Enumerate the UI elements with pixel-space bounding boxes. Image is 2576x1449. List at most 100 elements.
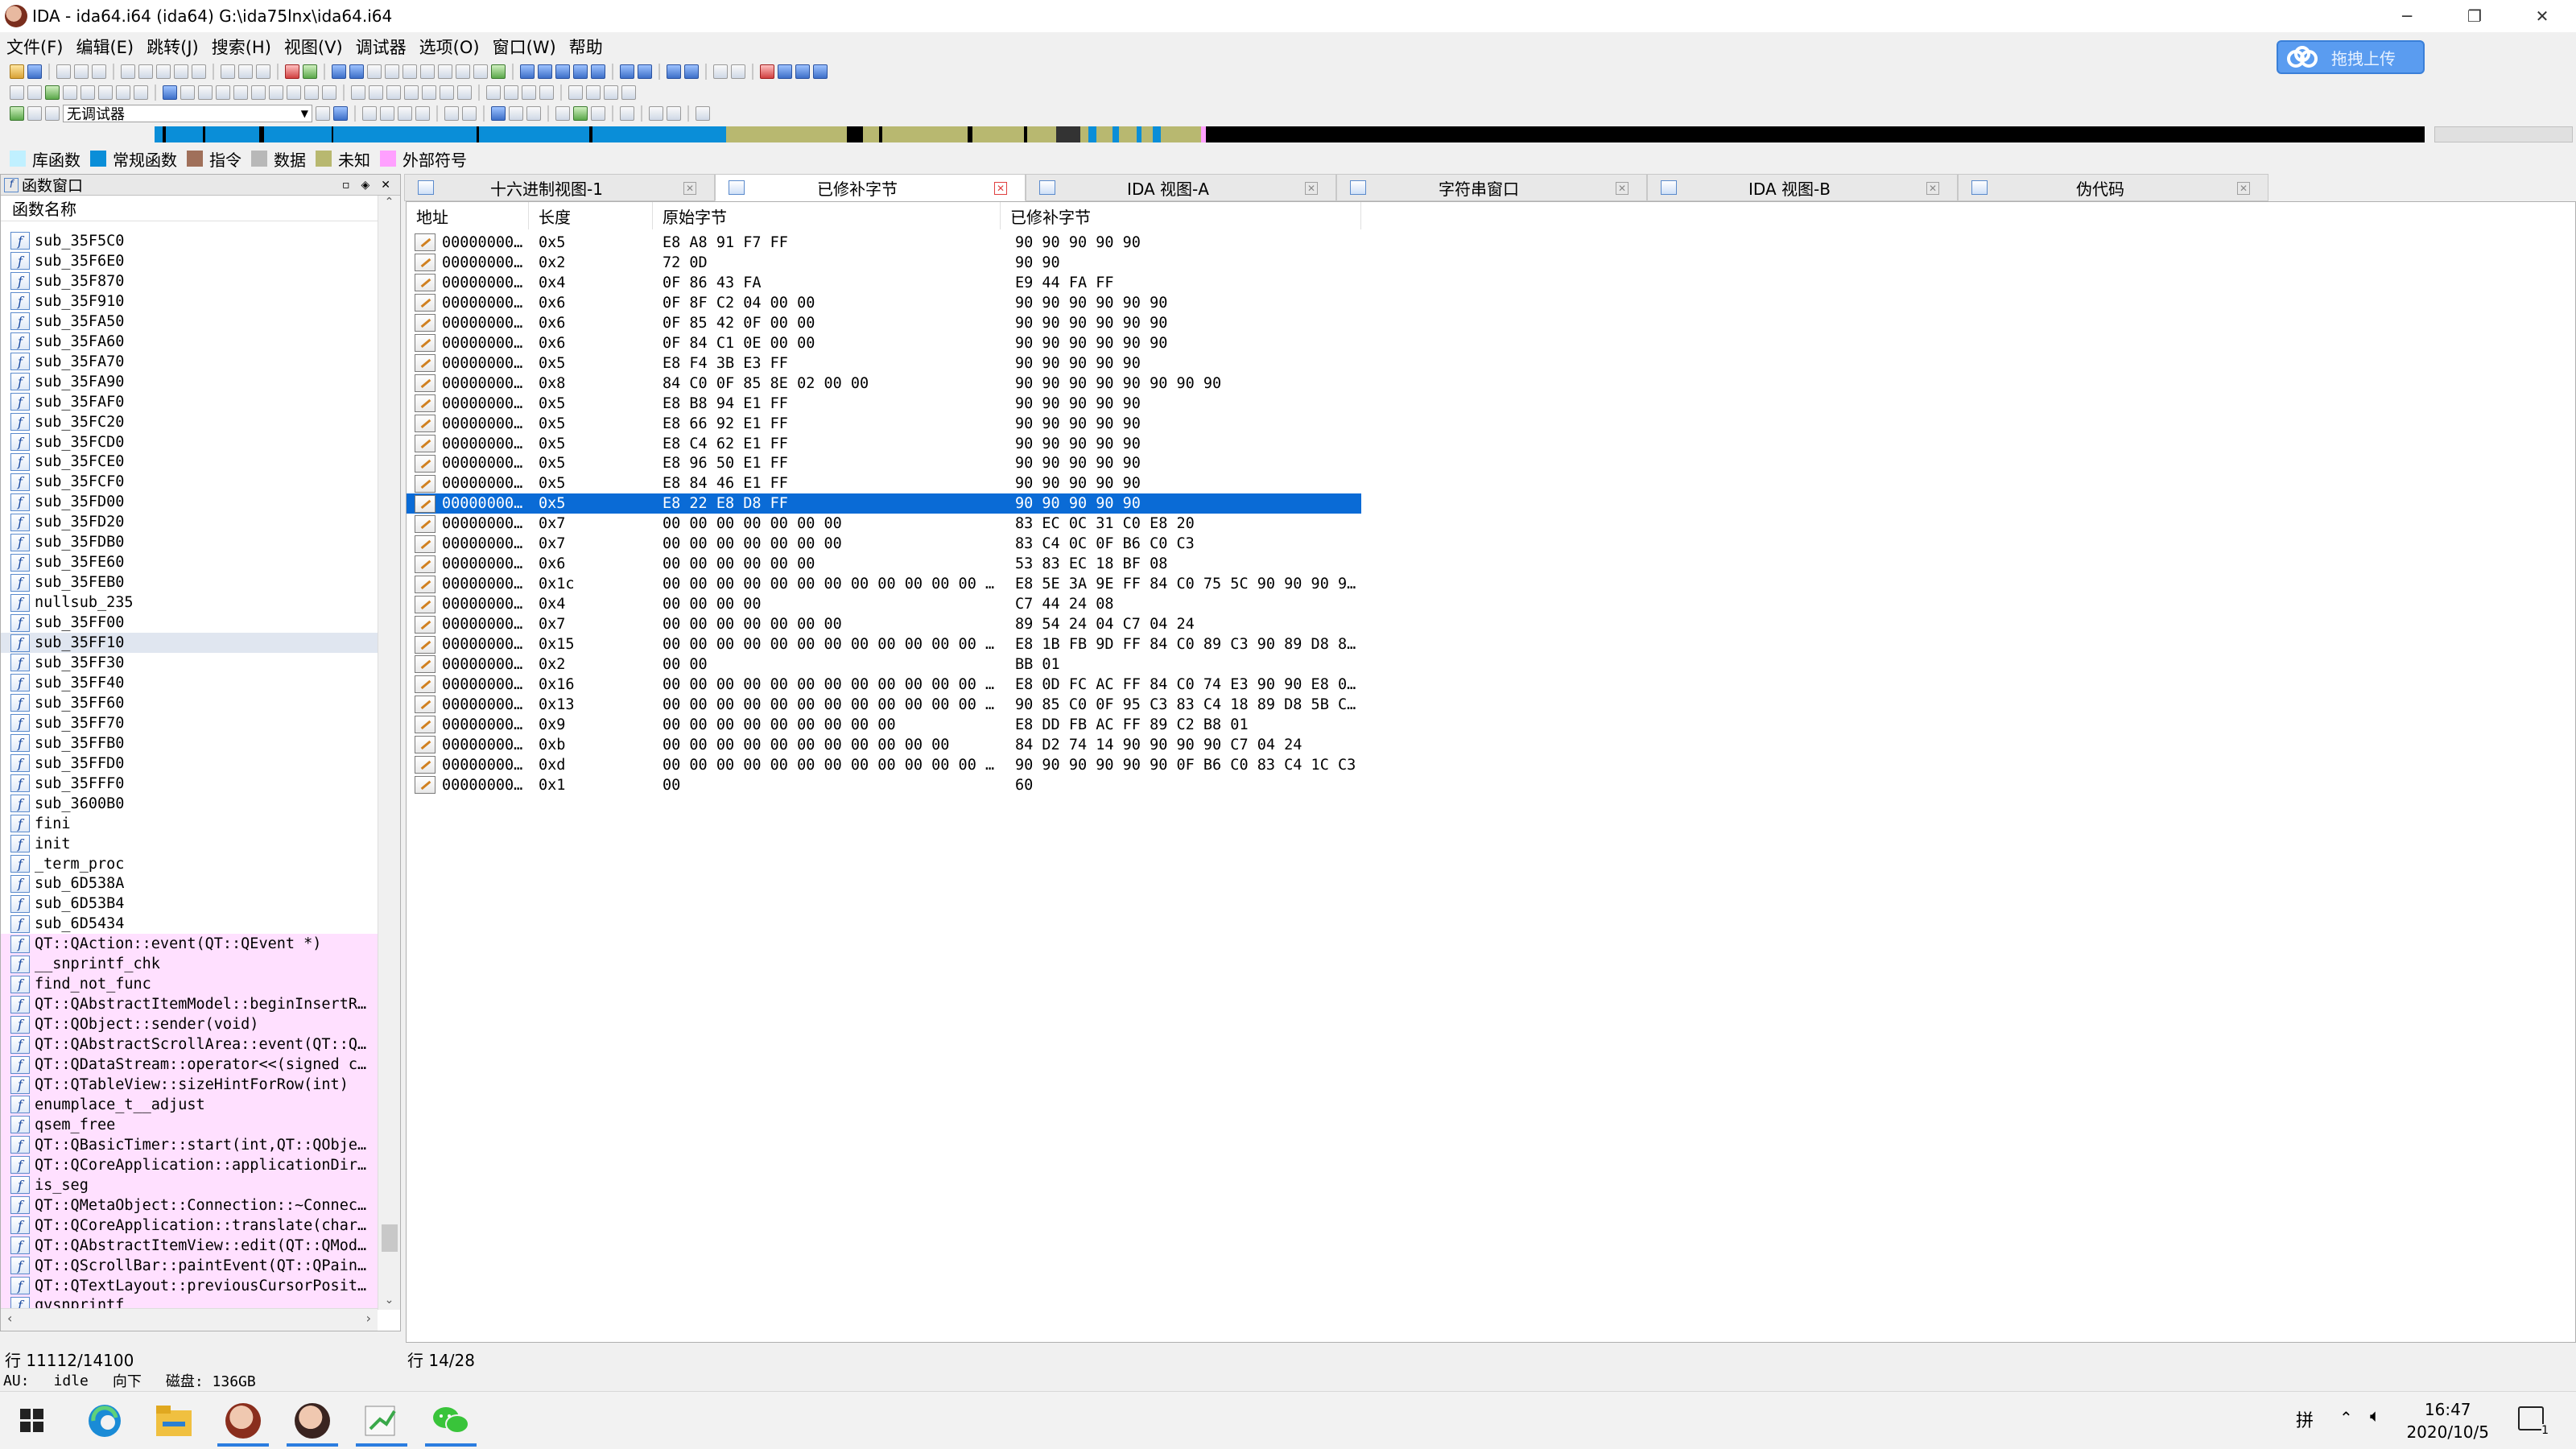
patched-row[interactable]: 00000000… 0x6 0F 84 C1 0E 00 00 90 90 90 90… (407, 333, 1361, 353)
tab-2[interactable]: IDA 视图-A ✕ (1026, 174, 1336, 201)
quick-view-icon[interactable] (696, 106, 710, 121)
find-icon[interactable] (156, 64, 171, 79)
graph-icon[interactable] (367, 64, 382, 79)
offset-icon[interactable] (216, 85, 230, 100)
editor-taskbar-icon[interactable] (349, 1395, 414, 1447)
function-list-item[interactable]: f QT::QTableView::sizeHintForRow(int) (1, 1075, 378, 1095)
change-sp-icon[interactable] (422, 85, 436, 100)
hex-view-icon[interactable] (332, 64, 346, 79)
zoom-out-icon[interactable] (456, 64, 470, 79)
xref-from-icon[interactable] (504, 85, 518, 100)
navigation-band[interactable] (155, 126, 2425, 142)
function-list-item[interactable]: f sub_35FF10 (1, 633, 378, 654)
undefine-icon[interactable] (80, 85, 95, 100)
tab-1[interactable]: 已修补字节 ✕ (715, 174, 1026, 201)
function-list-item[interactable]: f find_not_func (1, 974, 378, 995)
edge-browser-icon[interactable] (72, 1395, 137, 1447)
menu-search[interactable]: 搜索(H) (205, 35, 278, 59)
function-list-item[interactable]: f QT::QAbstractItemView::edit(QT::QMod… (1, 1235, 378, 1256)
xref-to-icon[interactable] (486, 85, 501, 100)
patched-row[interactable]: 00000000… 0x4 0F 86 43 FA E9 44 FA FF (407, 273, 1361, 293)
layout-icon[interactable] (713, 64, 728, 79)
patched-row[interactable]: 00000000… 0x7 00 00 00 00 00 00 00 83 C4 0C… (407, 534, 1361, 554)
find-next-icon[interactable] (174, 64, 188, 79)
collapse-icon[interactable] (221, 64, 235, 79)
function-icon[interactable] (351, 85, 365, 100)
patched-row[interactable]: 00000000… 0x9 00 00 00 00 00 00 00 00 00 E8… (407, 715, 1361, 735)
imports-icon[interactable] (573, 64, 588, 79)
comment-icon[interactable] (116, 85, 130, 100)
patched-row[interactable]: 00000000… 0x5 E8 66 92 E1 FF 90 90 90 90 90 (407, 414, 1361, 434)
binary-icon[interactable] (287, 85, 301, 100)
names-icon[interactable] (538, 64, 552, 79)
file-explorer-icon[interactable] (142, 1395, 206, 1447)
navigation-band-scroll[interactable] (2434, 126, 2573, 142)
patched-row[interactable]: 00000000… 0x2 00 00 BB 01 (407, 654, 1361, 675)
hex-icon[interactable] (233, 85, 248, 100)
process-options-icon[interactable] (620, 106, 634, 121)
panel-pin-icon[interactable]: ◈ (361, 179, 369, 192)
rename-icon[interactable] (98, 85, 113, 100)
scroll-up-icon[interactable]: ⌃ (378, 196, 400, 208)
scroll-right-icon[interactable]: › (366, 1311, 371, 1326)
close-button[interactable]: ✕ (2508, 0, 2576, 32)
tab-close-icon[interactable]: ✕ (2237, 182, 2250, 195)
user-xref-icon[interactable] (539, 85, 554, 100)
patched-row[interactable]: 00000000… 0x5 E8 84 46 E1 FF 90 90 90 90 90 (407, 473, 1361, 493)
tab-0[interactable]: 十六进制视图-1 ✕ (404, 174, 715, 201)
patched-row[interactable]: 00000000… 0x5 E8 96 50 E1 FF 90 90 90 90 90 (407, 453, 1361, 473)
copy-icon[interactable] (121, 64, 135, 79)
char-icon[interactable] (304, 85, 319, 100)
function-list-item[interactable]: f sub_35FCF0 (1, 472, 378, 492)
function-list-item[interactable]: f sub_35FC20 (1, 412, 378, 432)
drag-upload-button[interactable]: 拖拽上传 (2277, 40, 2425, 74)
function-list-item[interactable]: f sub_35FFD0 (1, 753, 378, 774)
structures-icon[interactable] (638, 64, 652, 79)
terminate-process-icon[interactable] (45, 106, 60, 121)
ida-taskbar-icon-1[interactable] (211, 1395, 275, 1447)
menu-debugger[interactable]: 调试器 (349, 35, 413, 59)
function-list-item[interactable]: f QT::QCoreApplication::translate(char… (1, 1215, 378, 1236)
scroll-down-icon[interactable]: ⌄ (378, 1294, 400, 1307)
tray-expand-icon[interactable]: ⌃ (2339, 1408, 2353, 1427)
function-list-item[interactable]: f sub_6D53B4 (1, 894, 378, 914)
column-patched-bytes[interactable]: 已修补字节 (1001, 202, 1361, 229)
pause-process-icon[interactable] (27, 106, 42, 121)
trace-icon[interactable] (444, 106, 459, 121)
function-list-item[interactable]: f sub_35FEB0 (1, 572, 378, 592)
function-list-item[interactable]: f sub_35FD20 (1, 512, 378, 532)
forward-icon[interactable] (74, 64, 89, 79)
menu-help[interactable]: 帮助 (563, 35, 609, 59)
hidden-icon[interactable] (440, 85, 454, 100)
mark-icon[interactable] (568, 85, 583, 100)
grid-icon[interactable] (731, 64, 745, 79)
strings-icon[interactable] (555, 64, 570, 79)
menu-jump[interactable]: 跳转(J) (140, 35, 205, 59)
pseudocode-icon[interactable] (620, 64, 634, 79)
print-icon[interactable] (473, 64, 488, 79)
tab-4[interactable]: IDA 视图-B ✕ (1647, 174, 1958, 201)
function-list-item[interactable]: f QT::QCoreApplication::applicationDir… (1, 1154, 378, 1175)
segment-view-icon[interactable] (591, 106, 605, 121)
function-list-item[interactable]: f sub_35FF70 (1, 713, 378, 733)
function-list-item[interactable]: f sub_35FCE0 (1, 452, 378, 472)
expand-icon[interactable] (238, 64, 253, 79)
function-list-item[interactable]: f nullsub_235 (1, 592, 378, 613)
column-address[interactable]: 地址 (407, 202, 529, 229)
decimal-icon[interactable] (251, 85, 266, 100)
unhide-icon[interactable] (457, 85, 472, 100)
trace-window-icon[interactable] (462, 106, 477, 121)
chart-icon[interactable] (491, 64, 506, 79)
function-list-item[interactable]: f QT::QBasicTimer::start(int,QT::QObje… (1, 1134, 378, 1155)
function-list-item[interactable]: f sub_35FAF0 (1, 392, 378, 412)
patched-row[interactable]: 00000000… 0x4 00 00 00 00 C7 44 24 08 (407, 594, 1361, 614)
array-icon[interactable] (63, 85, 77, 100)
volume-icon[interactable]: 🔈︎ (2370, 1406, 2380, 1426)
function-list-item[interactable]: f sub_35FF40 (1, 673, 378, 693)
patched-row[interactable]: 00000000… 0xb 00 00 00 00 00 00 00 00 00 0… (407, 735, 1361, 755)
function-list-item[interactable]: f _term_proc (1, 854, 378, 874)
enum-member-icon[interactable] (198, 85, 213, 100)
type-libs-icon[interactable] (684, 64, 699, 79)
module-list-icon[interactable] (667, 106, 681, 121)
modules-icon[interactable] (795, 64, 810, 79)
